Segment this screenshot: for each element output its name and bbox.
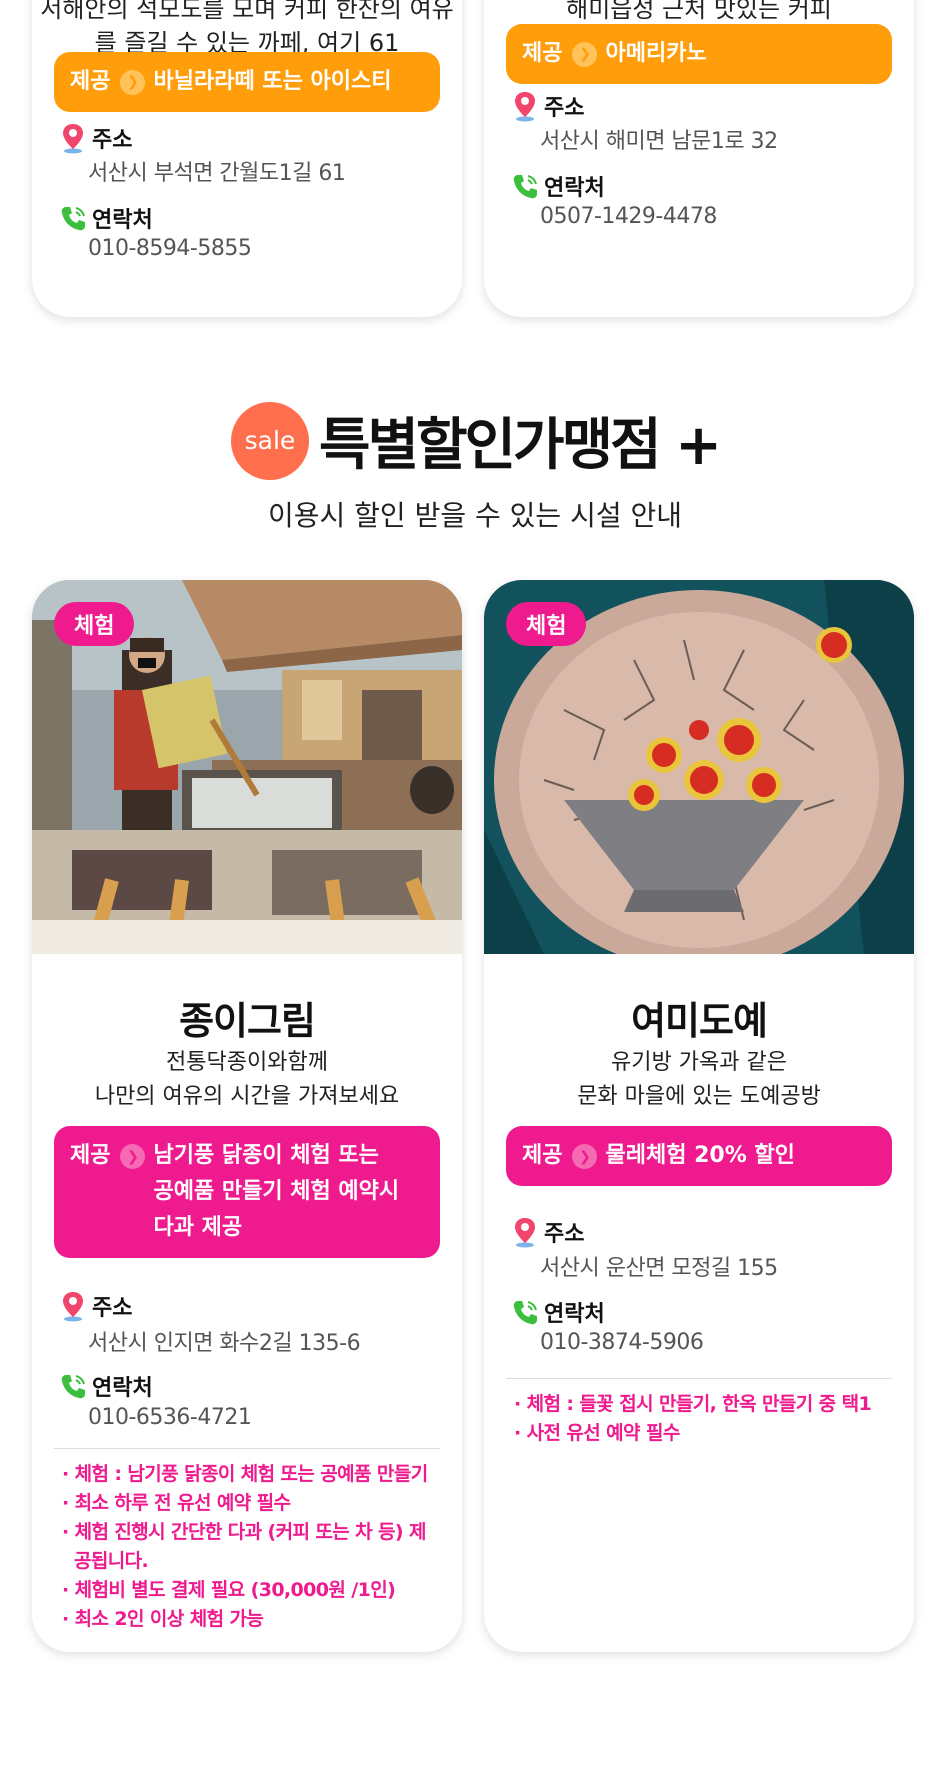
place-description: 전통닥종이와함께 나만의 여유의 시간을 가져보세요 <box>32 1046 462 1114</box>
address-value: 서산시 인지면 화수2길 135-6 <box>88 1331 361 1356</box>
divider <box>506 1378 892 1379</box>
address-heading: 주소 <box>510 90 584 122</box>
offer-banner: 제공 ❯ 물레체험 20% 할인 <box>506 1126 892 1186</box>
offer-label: 제공 <box>522 41 563 66</box>
offer-text: 아메리카노 <box>605 41 707 66</box>
description-line: 나만의 여유의 시간을 가져보세요 <box>94 1084 400 1109</box>
phone-value[interactable]: 010-3874-5906 <box>540 1330 704 1355</box>
address-heading: 주소 <box>58 1290 132 1322</box>
offer-text: 바닐라라떼 또는 아이스티 <box>153 69 392 94</box>
location-pin-icon <box>63 124 83 154</box>
place-description: 유기방 가옥과 같은 문화 마을에 있는 도예공방 <box>484 1046 914 1114</box>
address-label: 주소 <box>544 1222 585 1247</box>
note-item: · 체험 진행시 간단한 다과 (커피 또는 차 등) 제공됩니다. <box>62 1521 426 1572</box>
address-heading: 주소 <box>510 1216 584 1248</box>
description-line: 문화 마을에 있는 도예공방 <box>577 1084 821 1109</box>
address-heading: 주소 <box>58 122 132 154</box>
phone-value[interactable]: 010-6536-4721 <box>88 1405 252 1430</box>
location-pin-icon <box>63 1292 83 1322</box>
location-pin-icon <box>515 92 535 122</box>
chevron-right-icon: ❯ <box>572 41 598 67</box>
offer-label: 제공 <box>522 1143 563 1168</box>
note-item: · 체험비 별도 결제 필요 (30,000원 /1인) <box>62 1579 396 1601</box>
note-item: · 체험 : 들꽃 접시 만들기, 한옥 만들기 중 택1 <box>514 1393 872 1415</box>
category-badge: 체험 <box>506 602 587 646</box>
contact-label: 연락처 <box>544 176 605 201</box>
chevron-right-icon: ❯ <box>120 1144 146 1169</box>
address-value: 서산시 해미면 남문1로 32 <box>540 129 778 154</box>
chevron-right-icon: ❯ <box>572 1144 598 1169</box>
offer-banner: 제공 ❯ 바닐라라떼 또는 아이스티 <box>54 52 440 112</box>
place-photo: 체험 <box>484 580 914 954</box>
offer-text: 물레체험 20% 할인 <box>605 1143 795 1168</box>
offer-banner: 제공 ❯ 아메리카노 <box>506 24 892 84</box>
category-badge: 체험 <box>54 602 135 646</box>
card-description: 서해안의 석모도를 모며 커피 한잔의 여유 를 즐길 수 있는 까페, 여기 … <box>32 0 462 60</box>
contact-heading: 연락처 <box>58 202 153 234</box>
description-line: 전통닥종이와함께 <box>166 1050 328 1075</box>
offer-text: 남기풍 닭종이 체험 또는 공예품 만들기 체험 예약시 다과 제공 <box>153 1138 399 1246</box>
cafe-card-yeogi61: 서해안의 석모도를 모며 커피 한잔의 여유 를 즐길 수 있는 까페, 여기 … <box>32 0 462 317</box>
note-item: · 최소 하루 전 유선 예약 필수 <box>62 1492 291 1514</box>
description-line: 서해안의 석모도를 모며 커피 한잔의 여유 <box>40 0 454 23</box>
contact-label: 연락처 <box>544 1302 605 1327</box>
section-subtitle: 이용시 할인 받을 수 있는 시설 안내 <box>267 499 683 532</box>
contact-heading: 연락처 <box>510 170 605 202</box>
phone-value[interactable]: 0507-1429-4478 <box>540 204 717 229</box>
phone-value[interactable]: 010-8594-5855 <box>88 236 252 261</box>
address-label: 주소 <box>544 96 585 121</box>
chevron-right-icon: ❯ <box>120 69 146 95</box>
offer-line: 다과 제공 <box>153 1215 243 1240</box>
note-item: · 체험 : 남기풍 닭종이 체험 또는 공예품 만들기 <box>62 1463 428 1485</box>
notes-list: · 체험 : 들꽃 접시 만들기, 한옥 만들기 중 택1 · 사전 유선 예약… <box>514 1390 894 1448</box>
cafe-card-haemi: 해미읍성 근처 맛있는 커피 제공 ❯ 아메리카노 주소 서산시 해미면 남문1… <box>484 0 914 317</box>
place-card-yeomidoye: 체험 여미도예 유기방 가옥과 같은 문화 마을에 있는 도예공방 제공 ❯ 물… <box>484 580 914 1652</box>
phone-icon <box>513 1301 537 1325</box>
place-photo: 체험 <box>32 580 462 954</box>
offer-label: 제공 <box>70 1143 111 1168</box>
offer-label: 제공 <box>70 69 111 94</box>
contact-heading: 연락처 <box>510 1296 605 1328</box>
card-description: 해미읍성 근처 맛있는 커피 <box>566 0 832 23</box>
place-name: 종이그림 <box>179 999 316 1043</box>
address-label: 주소 <box>92 1296 133 1321</box>
notes-list: · 체험 : 남기풍 닭종이 체험 또는 공예품 만들기 · 최소 하루 전 유… <box>62 1460 442 1634</box>
place-name: 여미도예 <box>631 999 768 1043</box>
description-line: 유기방 가옥과 같은 <box>611 1050 787 1075</box>
offer-line: 공예품 만들기 체험 예약시 <box>153 1179 400 1204</box>
address-value: 서산시 부석면 간월도1길 61 <box>88 161 346 186</box>
section-header: sale 특별할인가맹점 + <box>0 400 950 481</box>
place-card-jongigeurim: 체험 종이그림 전통닥종이와함께 나만의 여유의 시간을 가져보세요 제공 ❯ … <box>32 580 462 1652</box>
section-title: 특별할인가맹점 + <box>318 413 722 478</box>
note-item: · 최소 2인 이상 체험 가능 <box>62 1608 264 1630</box>
divider <box>54 1448 440 1449</box>
contact-label: 연락처 <box>92 208 153 233</box>
offer-line: 남기풍 닭종이 체험 또는 <box>153 1143 379 1168</box>
contact-label: 연락처 <box>92 1376 153 1401</box>
contact-heading: 연락처 <box>58 1370 153 1402</box>
phone-icon <box>61 1375 85 1399</box>
sale-badge: sale <box>230 401 309 480</box>
offer-banner: 제공 ❯ 남기풍 닭종이 체험 또는 공예품 만들기 체험 예약시 다과 제공 <box>54 1126 440 1258</box>
phone-icon <box>513 175 537 199</box>
phone-icon <box>61 207 85 231</box>
address-label: 주소 <box>92 128 133 153</box>
address-value: 서산시 운산면 모정길 155 <box>540 1256 778 1281</box>
location-pin-icon <box>515 1218 535 1248</box>
note-item: · 사전 유선 예약 필수 <box>514 1422 680 1444</box>
